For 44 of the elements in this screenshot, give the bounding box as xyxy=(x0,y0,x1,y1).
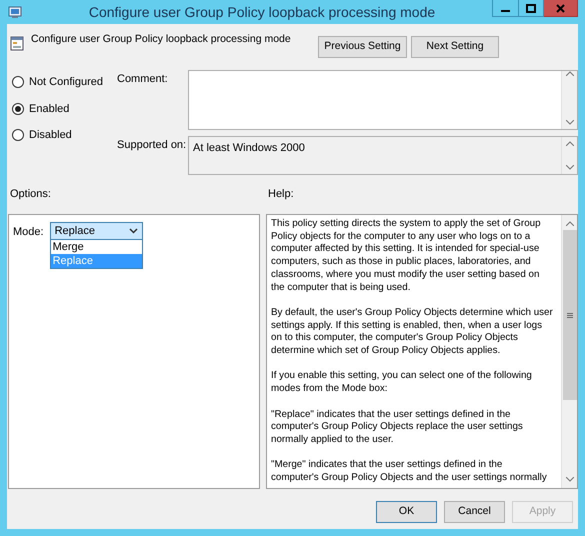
minimize-button[interactable] xyxy=(492,0,519,17)
scroll-up-icon xyxy=(566,141,574,146)
policy-title: Configure user Group Policy loopback processing mode xyxy=(31,32,292,47)
maximize-button[interactable] xyxy=(519,0,544,17)
scroll-up-icon xyxy=(566,71,574,76)
dropdown-option[interactable]: Merge xyxy=(50,240,142,254)
next-setting-button[interactable]: Next Setting xyxy=(411,36,499,58)
scroll-up-icon xyxy=(566,221,574,226)
previous-setting-button[interactable]: Previous Setting xyxy=(318,36,407,58)
scrollbar[interactable] xyxy=(561,215,577,488)
minimize-icon xyxy=(501,10,510,12)
window-title: Configure user Group Policy loopback processing mode xyxy=(88,2,436,22)
comment-label: Comment: xyxy=(117,72,169,87)
dialog-button[interactable]: OK xyxy=(376,501,437,523)
options-label: Options: xyxy=(10,188,51,200)
scroll-down-icon xyxy=(566,120,574,125)
maximize-icon xyxy=(526,4,536,12)
help-paragraph: "Merge" indicates that the user settings defined in the computer's Group Policy Objects and the user settings normally xyxy=(271,459,548,485)
supported-on-value: At least Windows 2000 xyxy=(192,141,306,156)
comment-field[interactable] xyxy=(188,70,578,130)
grip-icon xyxy=(566,312,572,318)
help-paragraph: If you enable this setting, you can select one of the following modes from the Mode box: xyxy=(271,370,533,396)
scroll-thumb[interactable] xyxy=(562,230,576,400)
policy-icon xyxy=(10,36,24,51)
help-paragraph: "Replace" indicates that the user settings defined in the computer's Group Policy Objects replace the user settings normally applied to the user. xyxy=(271,408,524,447)
app-icon xyxy=(8,5,22,19)
close-icon xyxy=(556,4,565,12)
scroll-down-icon xyxy=(566,477,574,482)
mode-dropdown[interactable]: Replace xyxy=(50,222,143,240)
dialog-button[interactable]: Cancel xyxy=(444,501,505,523)
radio-label[interactable]: Disabled xyxy=(29,127,72,144)
radio-button[interactable] xyxy=(12,102,24,115)
radio-button[interactable] xyxy=(12,129,24,142)
caret-icon xyxy=(128,228,138,234)
help-paragraph: By default, the user's Group Policy Objects determine which user settings apply. If this setting is enabled, then, when a user logs on to this computer, the computer's Group Policy Objects determine which set of Group Policy Objects applies. xyxy=(271,306,554,358)
scroll-down-icon xyxy=(566,165,574,170)
supported-on-label: Supported on: xyxy=(117,138,188,153)
close-button[interactable] xyxy=(544,0,578,17)
mode-label: Mode: xyxy=(13,225,44,240)
radio-label[interactable]: Not Configured xyxy=(29,74,103,90)
help-paragraph: This policy setting directs the system to apply the set of Group Policy objects for the computer to any user who logs on to a computer affected by this setting. It is intended for special-use computers, such as those in public places, laboratories, and classrooms, where you must modify the user setting based on the computer that is being used. xyxy=(271,218,542,294)
help-label: Help: xyxy=(268,188,294,200)
radio-label[interactable]: Enabled xyxy=(29,100,70,117)
radio-button[interactable] xyxy=(12,76,24,88)
